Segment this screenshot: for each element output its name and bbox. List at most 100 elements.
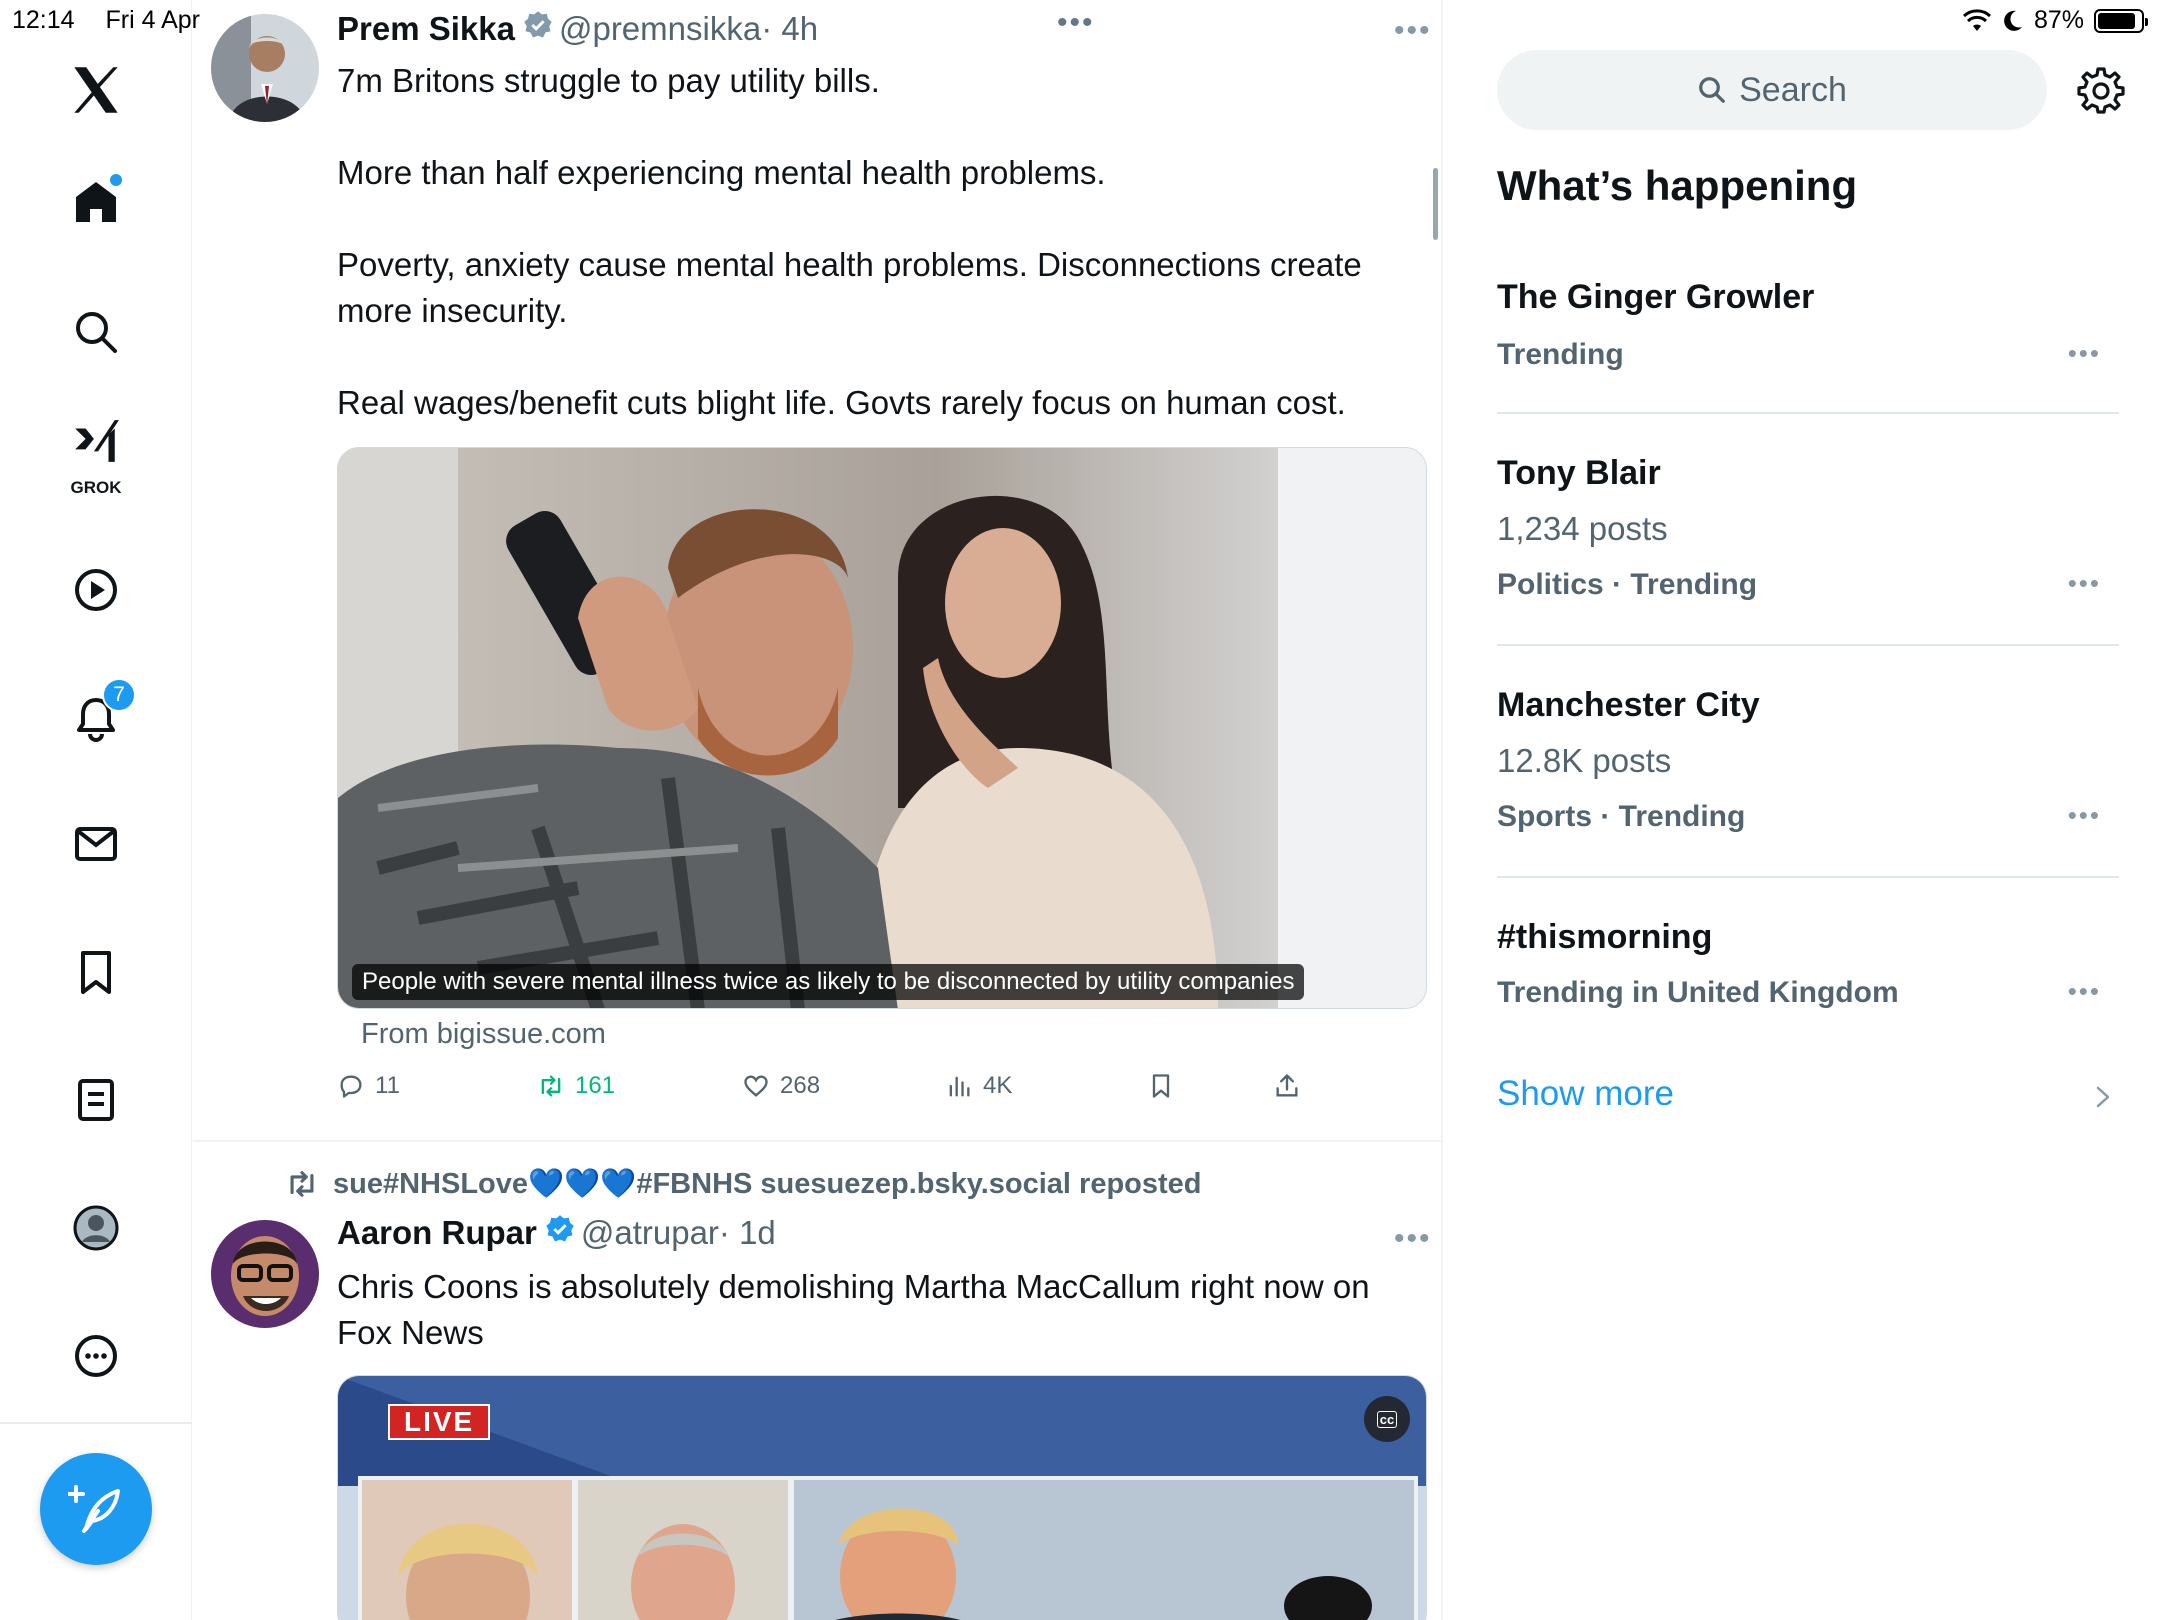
views-button[interactable]: 4K (945, 1072, 1012, 1100)
share-button[interactable] (1273, 1072, 1301, 1100)
trend-post-count: 1,234 posts (1497, 510, 1668, 547)
bookmark-icon (81, 951, 111, 994)
repost-attribution-text: sue#NHSLove💙💙💙#FBNHS suesuezep.bsky.soci… (333, 1168, 1202, 1200)
trend-more-button[interactable]: ••• (2068, 800, 2101, 831)
nav-notifications[interactable]: 7 (46, 668, 146, 768)
tweet-author-avatar[interactable] (211, 14, 319, 122)
trend-name: #thismorning (1497, 918, 1713, 956)
share-icon (1276, 1074, 1298, 1097)
x-logo[interactable] (46, 40, 146, 140)
avatar-image (211, 14, 319, 122)
chevron-right-icon (2096, 1086, 2110, 1108)
tweet-text-2: Chris Coons is absolutely demolishing Ma… (337, 1268, 1370, 1351)
trend-divider (1497, 876, 2119, 878)
bookmark-tweet-button[interactable] (1147, 1072, 1175, 1100)
nav-grok[interactable]: GROK (46, 404, 146, 504)
author-name-2[interactable]: Aaron Rupar (337, 1214, 537, 1252)
repost-button[interactable]: 161 (537, 1072, 615, 1100)
view-count: 4K (983, 1072, 1013, 1099)
trend-item[interactable]: Tony Blair 1,234 posts Politics · Trendi… (1497, 450, 2119, 650)
card-photo (338, 448, 1426, 1008)
nav-home[interactable] (46, 152, 146, 252)
repost-count: 161 (575, 1072, 616, 1099)
more-circle-icon (75, 1335, 117, 1377)
reply-button[interactable]: 11 (337, 1072, 400, 1100)
search-icon (76, 312, 117, 353)
like-count: 268 (780, 1072, 821, 1099)
nav-messages[interactable] (46, 794, 146, 894)
tweet-author-avatar-2[interactable] (211, 1220, 319, 1328)
search-icon (1699, 77, 1725, 103)
whats-happening-title: What’s happening (1497, 162, 1858, 209)
tweet-header: Prem Sikka @premnsikka · 4h (337, 10, 818, 48)
like-button[interactable]: 268 (742, 1072, 820, 1100)
author-handle[interactable]: @premnsikka (559, 10, 761, 48)
tweet-text: 7m Britons struggle to pay utility bills… (337, 62, 1362, 421)
trend-item[interactable]: #thismorning Trending in United Kingdom … (1497, 914, 2119, 1034)
profile-avatar-icon (73, 1205, 119, 1251)
bookmark-outline-icon (1152, 1074, 1170, 1098)
timeline[interactable]: ••• Prem Sikka @premnsikka · 4h ••• 7m B… (193, 0, 1443, 1620)
tweet-header-2: Aaron Rupar @atrupar · 1d (337, 1214, 776, 1252)
card-source[interactable]: From bigissue.com (361, 1018, 606, 1051)
trend-more-button[interactable]: ••• (2068, 976, 2101, 1007)
battery-percentage: 87% (2033, 6, 2084, 34)
nav-video[interactable] (46, 540, 146, 640)
avatar-image-2 (211, 1220, 319, 1328)
author-handle-2[interactable]: @atrupar (581, 1214, 719, 1252)
home-unread-dot (110, 174, 122, 186)
play-circle-icon (75, 569, 117, 611)
search-input[interactable]: Search (1497, 50, 2047, 130)
repost-icon (541, 1075, 561, 1097)
link-card-image[interactable]: People with severe mental illness twice … (337, 447, 1427, 1009)
mail-icon (75, 827, 117, 861)
settings-button[interactable] (2077, 66, 2125, 114)
analytics-icon (949, 1076, 970, 1097)
gear-icon (2077, 67, 2125, 114)
trend-meta: Politics · Trending (1497, 568, 1758, 601)
trend-name: Manchester City (1497, 686, 1760, 724)
search-placeholder: Search (1739, 70, 1847, 109)
grok-icon (75, 420, 119, 462)
trend-more-button[interactable]: ••• (2068, 568, 2101, 599)
tweet-time[interactable]: · 4h (761, 10, 818, 48)
nav-bookmarks[interactable] (46, 922, 146, 1022)
compose-post-button[interactable] (40, 1453, 152, 1565)
status-bar-right: 87% (1962, 6, 2148, 35)
window-drag-handle[interactable]: ••• (1057, 6, 1095, 40)
list-icon (78, 1079, 114, 1121)
notifications-badge: 7 (102, 678, 136, 712)
trend-item[interactable]: The Ginger Growler Trending ••• (1497, 276, 2119, 416)
captions-icon: cc (1376, 1410, 1398, 1428)
tweet-time-2[interactable]: · 1d (719, 1214, 776, 1252)
trend-item[interactable]: Manchester City 12.8K posts Sports · Tre… (1497, 682, 2119, 882)
card-caption: People with severe mental illness twice … (352, 964, 1305, 1000)
moon-icon (2004, 10, 2022, 31)
trend-divider (1497, 644, 2119, 646)
author-name[interactable]: Prem Sikka (337, 10, 515, 48)
tweet-more-button-2[interactable]: ••• (1394, 1222, 1432, 1256)
repost-attribution[interactable]: sue#NHSLove💙💙💙#FBNHS suesuezep.bsky.soci… (285, 1167, 1202, 1201)
trend-more-button[interactable]: ••• (2068, 338, 2101, 369)
live-badge: LIVE (388, 1404, 491, 1440)
x-logo-icon (74, 67, 118, 113)
video-media[interactable]: LIVE cc (337, 1375, 1427, 1620)
scroll-indicator[interactable] (1433, 168, 1438, 240)
nav-lists[interactable] (46, 1050, 146, 1150)
repost-small-icon (290, 1171, 314, 1197)
nav-more[interactable] (46, 1306, 146, 1406)
trend-meta: Trending in United Kingdom (1497, 976, 1899, 1009)
nav-explore[interactable] (46, 282, 146, 382)
grok-label: GROK (70, 478, 122, 497)
tweet-more-button[interactable]: ••• (1394, 14, 1432, 48)
video-frame (338, 1376, 1426, 1620)
wifi-icon (1962, 8, 1991, 31)
nav-profile[interactable] (46, 1178, 146, 1278)
captions-button[interactable]: cc (1364, 1396, 1410, 1442)
tweet-divider (193, 1140, 1441, 1142)
compose-feather-icon (68, 1485, 120, 1533)
show-more-link[interactable]: Show more (1497, 1074, 1674, 1114)
trend-name: Tony Blair (1497, 454, 1661, 492)
battery-level (2098, 12, 2135, 29)
reply-count: 11 (375, 1072, 400, 1099)
